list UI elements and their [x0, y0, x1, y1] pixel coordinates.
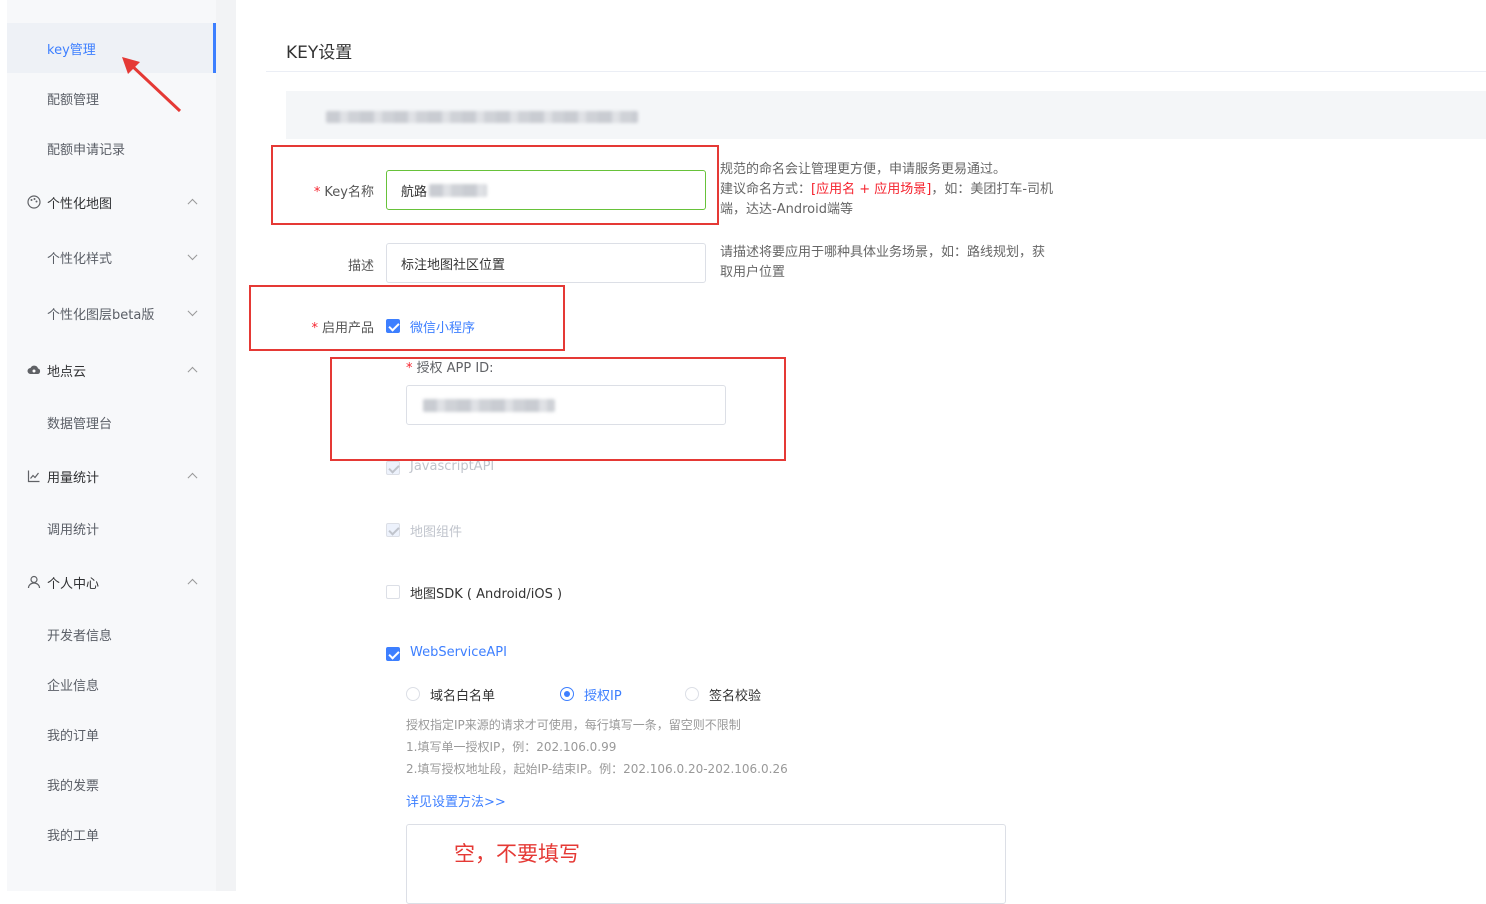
signature-check-radio[interactable] — [685, 687, 699, 701]
domain-whitelist-radio[interactable] — [406, 687, 420, 701]
sidebar-item-call-stats[interactable]: 调用统计 — [7, 503, 216, 553]
map-sdk-label: 地图SDK ( Android/iOS ) — [410, 587, 563, 602]
description-label: 描述 — [347, 259, 374, 274]
annotation-arrow-icon — [122, 57, 182, 113]
map-sdk-checkbox[interactable] — [386, 585, 400, 599]
webservice-api-label: WebServiceAPI — [410, 645, 507, 660]
sidebar-item-label: 企业信息 — [47, 678, 100, 694]
key-name-hint: 规范的命名会让管理更方便，申请服务更易通过。 建议命名方式：[应用名 + 应用场… — [720, 162, 1054, 217]
sidebar-item-custom-style[interactable]: 个性化样式 — [7, 232, 216, 282]
map-component-label: 地图组件 — [410, 525, 463, 540]
sidebar-gutter — [216, 0, 236, 891]
jsapi-label: JavascriptAPI — [410, 459, 495, 474]
chevron-up-icon — [187, 472, 198, 483]
annotation-box-key-name — [271, 145, 719, 225]
user-icon — [27, 575, 41, 589]
title-divider — [266, 71, 1486, 72]
domain-whitelist-label: 域名白名单 — [430, 689, 496, 704]
sidebar-item-label: 数据管理台 — [47, 416, 113, 432]
cloud-icon — [27, 363, 41, 377]
sidebar-item-developer-info[interactable]: 开发者信息 — [7, 609, 216, 659]
sidebar-item-label: 调用统计 — [47, 522, 100, 538]
chevron-up-icon — [187, 366, 198, 377]
palette-icon — [27, 195, 41, 209]
authorized-ip-radio[interactable] — [560, 687, 574, 701]
map-component-checkbox[interactable] — [386, 523, 400, 537]
description-input[interactable]: 标注地图社区位置 — [386, 243, 706, 283]
sidebar-item-label: 配额管理 — [47, 92, 100, 108]
sidebar-item-label: 我的发票 — [47, 778, 100, 794]
chevron-up-icon — [187, 198, 198, 209]
sidebar-group-personal-center[interactable]: 个人中心 — [7, 557, 216, 607]
annotation-box-products — [249, 285, 565, 351]
description-hint: 请描述将要应用于哪种具体业务场景，如：路线规划，获 取用户位置 — [720, 245, 1046, 280]
sidebar-item-my-tickets[interactable]: 我的工单 — [7, 809, 216, 859]
sidebar-item-label: 开发者信息 — [47, 628, 113, 644]
notice-banner — [286, 91, 1486, 139]
sidebar-group-label: 个人中心 — [47, 576, 100, 592]
sidebar-item-label: 个性化样式 — [47, 251, 113, 267]
settings-method-link[interactable]: 详见设置方法>> — [406, 791, 506, 810]
sidebar-item-label: key管理 — [47, 42, 96, 58]
webservice-api-checkbox[interactable] — [386, 647, 400, 661]
redacted-notice-text — [326, 111, 638, 123]
annotation-box-app-id — [330, 357, 786, 461]
sidebar-group-custom-map[interactable]: 个性化地图 — [7, 177, 216, 227]
sidebar-item-label: 我的工单 — [47, 828, 100, 844]
chevron-down-icon — [187, 250, 198, 261]
sidebar-item-company-info[interactable]: 企业信息 — [7, 659, 216, 709]
sidebar-item-quota-records[interactable]: 配额申请记录 — [7, 123, 216, 173]
sidebar-item-data-console[interactable]: 数据管理台 — [7, 397, 216, 447]
signature-check-label: 签名校验 — [709, 689, 762, 704]
sidebar-group-usage-stats[interactable]: 用量统计 — [7, 451, 216, 501]
sidebar-group-label: 地点云 — [47, 364, 87, 380]
sidebar-item-my-orders[interactable]: 我的订单 — [7, 709, 216, 759]
chevron-down-icon — [187, 306, 198, 317]
sidebar-item-label: 配额申请记录 — [47, 142, 126, 158]
ip-help-text: 授权指定IP来源的请求才可使用，每行填写一条，留空则不限制 — [406, 718, 741, 732]
sidebar-item-label: 我的订单 — [47, 728, 100, 744]
chart-icon — [27, 469, 41, 483]
jsapi-checkbox[interactable] — [386, 461, 400, 475]
chevron-up-icon — [187, 578, 198, 589]
sidebar-group-label: 个性化地图 — [47, 196, 113, 212]
ip-help-example-1: 1.填写单一授权IP，例：202.106.0.99 — [406, 740, 617, 754]
ip-help-example-2: 2.填写授权地址段，起始IP-结束IP。例：202.106.0.20-202.1… — [406, 762, 788, 776]
authorized-ip-label: 授权IP — [584, 689, 622, 704]
sidebar-item-my-invoices[interactable]: 我的发票 — [7, 759, 216, 809]
annotation-note: 空，不要填写 — [454, 842, 580, 866]
sidebar-group-label: 用量统计 — [47, 470, 100, 486]
sidebar-item-label: 个性化图层beta版 — [47, 307, 155, 323]
page-title: KEY设置 — [286, 43, 353, 63]
sidebar-group-place-cloud[interactable]: 地点云 — [7, 345, 216, 395]
sidebar-item-custom-layer[interactable]: 个性化图层beta版 — [7, 288, 216, 338]
